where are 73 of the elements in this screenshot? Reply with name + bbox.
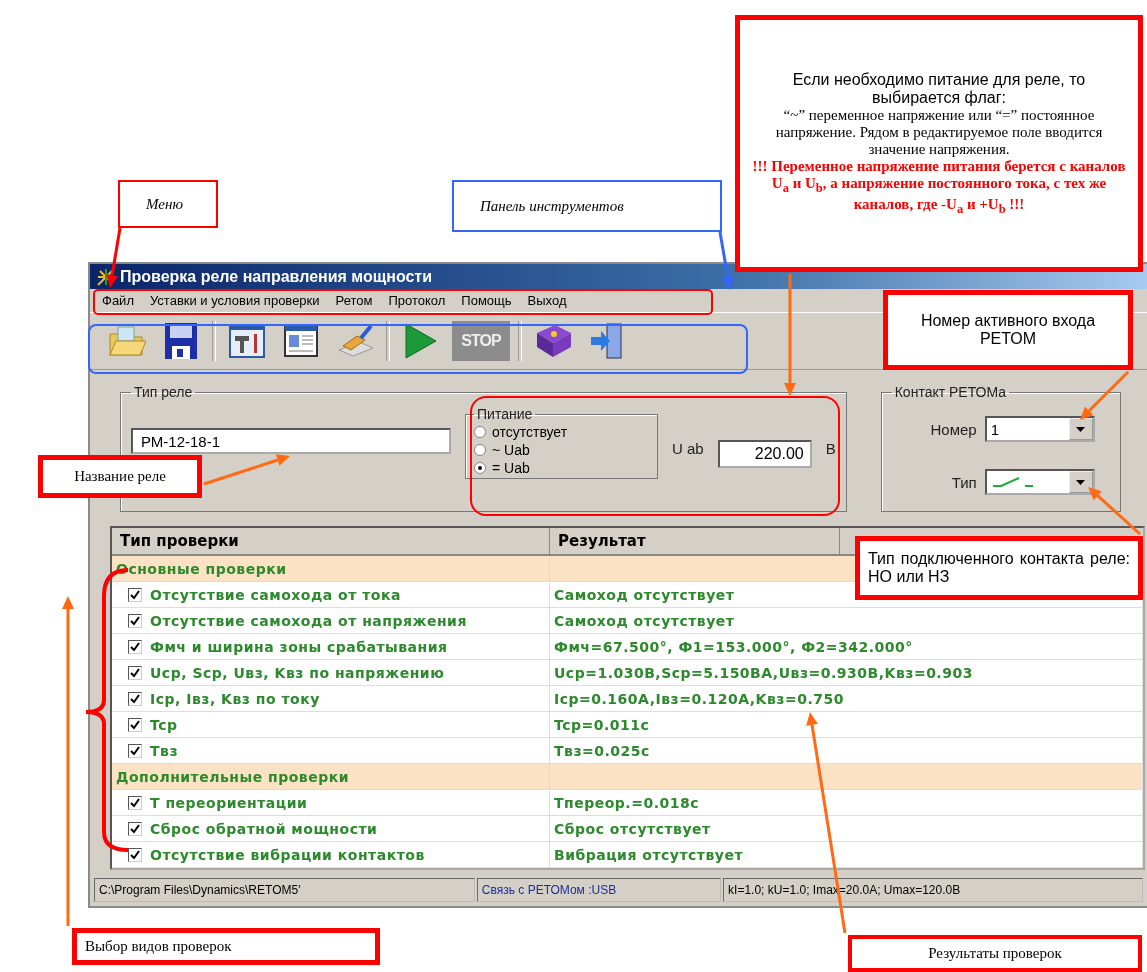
result-cell: Tпереор.=0.018c (550, 790, 1143, 815)
leader-arrow (1088, 487, 1141, 536)
checkbox[interactable] (128, 613, 142, 628)
checkbox[interactable] (128, 795, 142, 810)
voltage-field[interactable]: 220.00 (717, 440, 812, 469)
callout-text: Название реле (73, 468, 167, 485)
result-cell: Tвз=0.025c (550, 738, 1143, 763)
callout-text: Панель инструментов (479, 197, 625, 215)
callout-text: “~” переменное напряжение или “=” постоянное напряжение. Рядом в редактируемое поле вводится значение напряжения. (774, 106, 1104, 158)
radio-button[interactable] (474, 462, 486, 475)
radio-label: отсутствует (492, 424, 568, 441)
group-legend: Контакт РЕТОМа (891, 384, 1010, 401)
unit-label: В (825, 440, 836, 458)
menu-item[interactable]: Протокол (382, 292, 452, 310)
open-folder-icon (108, 324, 146, 359)
menu-item[interactable]: Помощь (455, 292, 518, 310)
result-cell: Вибрация отсутствует (550, 842, 1143, 867)
callout-text: Номер активного входа РЕТОМ (919, 312, 1097, 348)
checkbox[interactable] (128, 639, 142, 654)
checkbox[interactable] (128, 821, 142, 836)
radio-button[interactable] (474, 426, 486, 439)
status-field: Связь с РЕТОМом :USB (476, 878, 722, 902)
checkbox[interactable] (128, 847, 142, 862)
leader-arrow (1080, 370, 1130, 420)
radio-label: ~ Uab (492, 442, 530, 459)
result-cell: Сброс отсутствует (550, 816, 1143, 841)
contact-type-dropdown[interactable] (984, 469, 1095, 496)
check-label: Ucp, Scp, Uвз, Kвз по напряжению (150, 664, 445, 681)
callout-text: !!! Переменное напряжение питания берется с каналов U$_{a}$ и U$_{b}$, а напряжение постоянного тока, с тех же каналов, где -U$_{a}$ и +U$_{b}$ !!! (751, 157, 1127, 217)
check-label: T переориентации (150, 794, 308, 811)
menu-item[interactable]: Ретом (329, 292, 379, 310)
check-label: Отсутствие вибрации контактов (150, 846, 425, 863)
relay-name-field[interactable]: РМ-12-18-1 (131, 428, 451, 455)
check-label: Tвз (150, 742, 179, 759)
voltage-label: U ab (672, 440, 704, 458)
checkbox[interactable] (128, 665, 142, 680)
check-label: Icp, Iвз, Kвз по току (150, 690, 320, 707)
callout-text: Если необходимо питание для реле, то выбирается флаг: (791, 70, 1087, 107)
number-label: Номер (929, 420, 977, 438)
checkbox[interactable] (128, 717, 142, 732)
radio-label: = Uab (492, 460, 530, 477)
number-dropdown[interactable]: 1 (984, 416, 1095, 443)
window-title: Проверка реле направления мощности (120, 267, 432, 286)
checkbox[interactable] (128, 587, 142, 602)
result-cell: Icp=0.160A,Iвз=0.120A,Kвз=0.750 (550, 686, 1143, 711)
status-field: C:\Program Files\Dynamics\RETOM5' (94, 878, 475, 902)
check-label: Сброс обратной мощности (150, 820, 378, 837)
menu-item[interactable]: Файл (96, 292, 140, 310)
result-cell: Самоход отсутствует (550, 608, 1143, 633)
menu-item[interactable]: Уставки и условия проверки (143, 292, 326, 310)
caret-icon (1076, 426, 1086, 432)
callout-text: Результаты проверок (927, 945, 1063, 962)
group-cell: Дополнительные проверки (112, 764, 550, 789)
menu-item[interactable]: Выход (521, 292, 573, 310)
checkbox[interactable] (128, 743, 142, 758)
check-label: Фмч и ширина зоны срабатывания (150, 638, 448, 655)
tools-window-icon (229, 324, 265, 359)
checkbox[interactable] (128, 691, 142, 706)
radio-button[interactable] (474, 444, 486, 457)
check-label: Отсутствие самохода от тока (150, 586, 401, 603)
result-cell: Фмч=67.500°, Ф1=153.000°, Ф2=342.000° (550, 634, 1143, 659)
type-label: Тип (950, 473, 977, 491)
callout-text: Меню (145, 195, 184, 213)
caret-icon (1076, 479, 1086, 485)
check-label: Отсутствие самохода от напряжения (150, 612, 467, 629)
exit-door-icon (589, 322, 625, 361)
play-icon (404, 322, 438, 361)
group-legend: Тип реле (131, 384, 196, 401)
check-label: Tcp (150, 716, 178, 733)
group-legend: Питание (474, 406, 536, 423)
window-form-icon (284, 325, 318, 358)
result-cell: Ucp=1.030B,Scp=5.150BA,Uвз=0.930B,Kвз=0.903 (550, 660, 1143, 685)
callout-text: Выбор видов проверок (85, 938, 233, 955)
